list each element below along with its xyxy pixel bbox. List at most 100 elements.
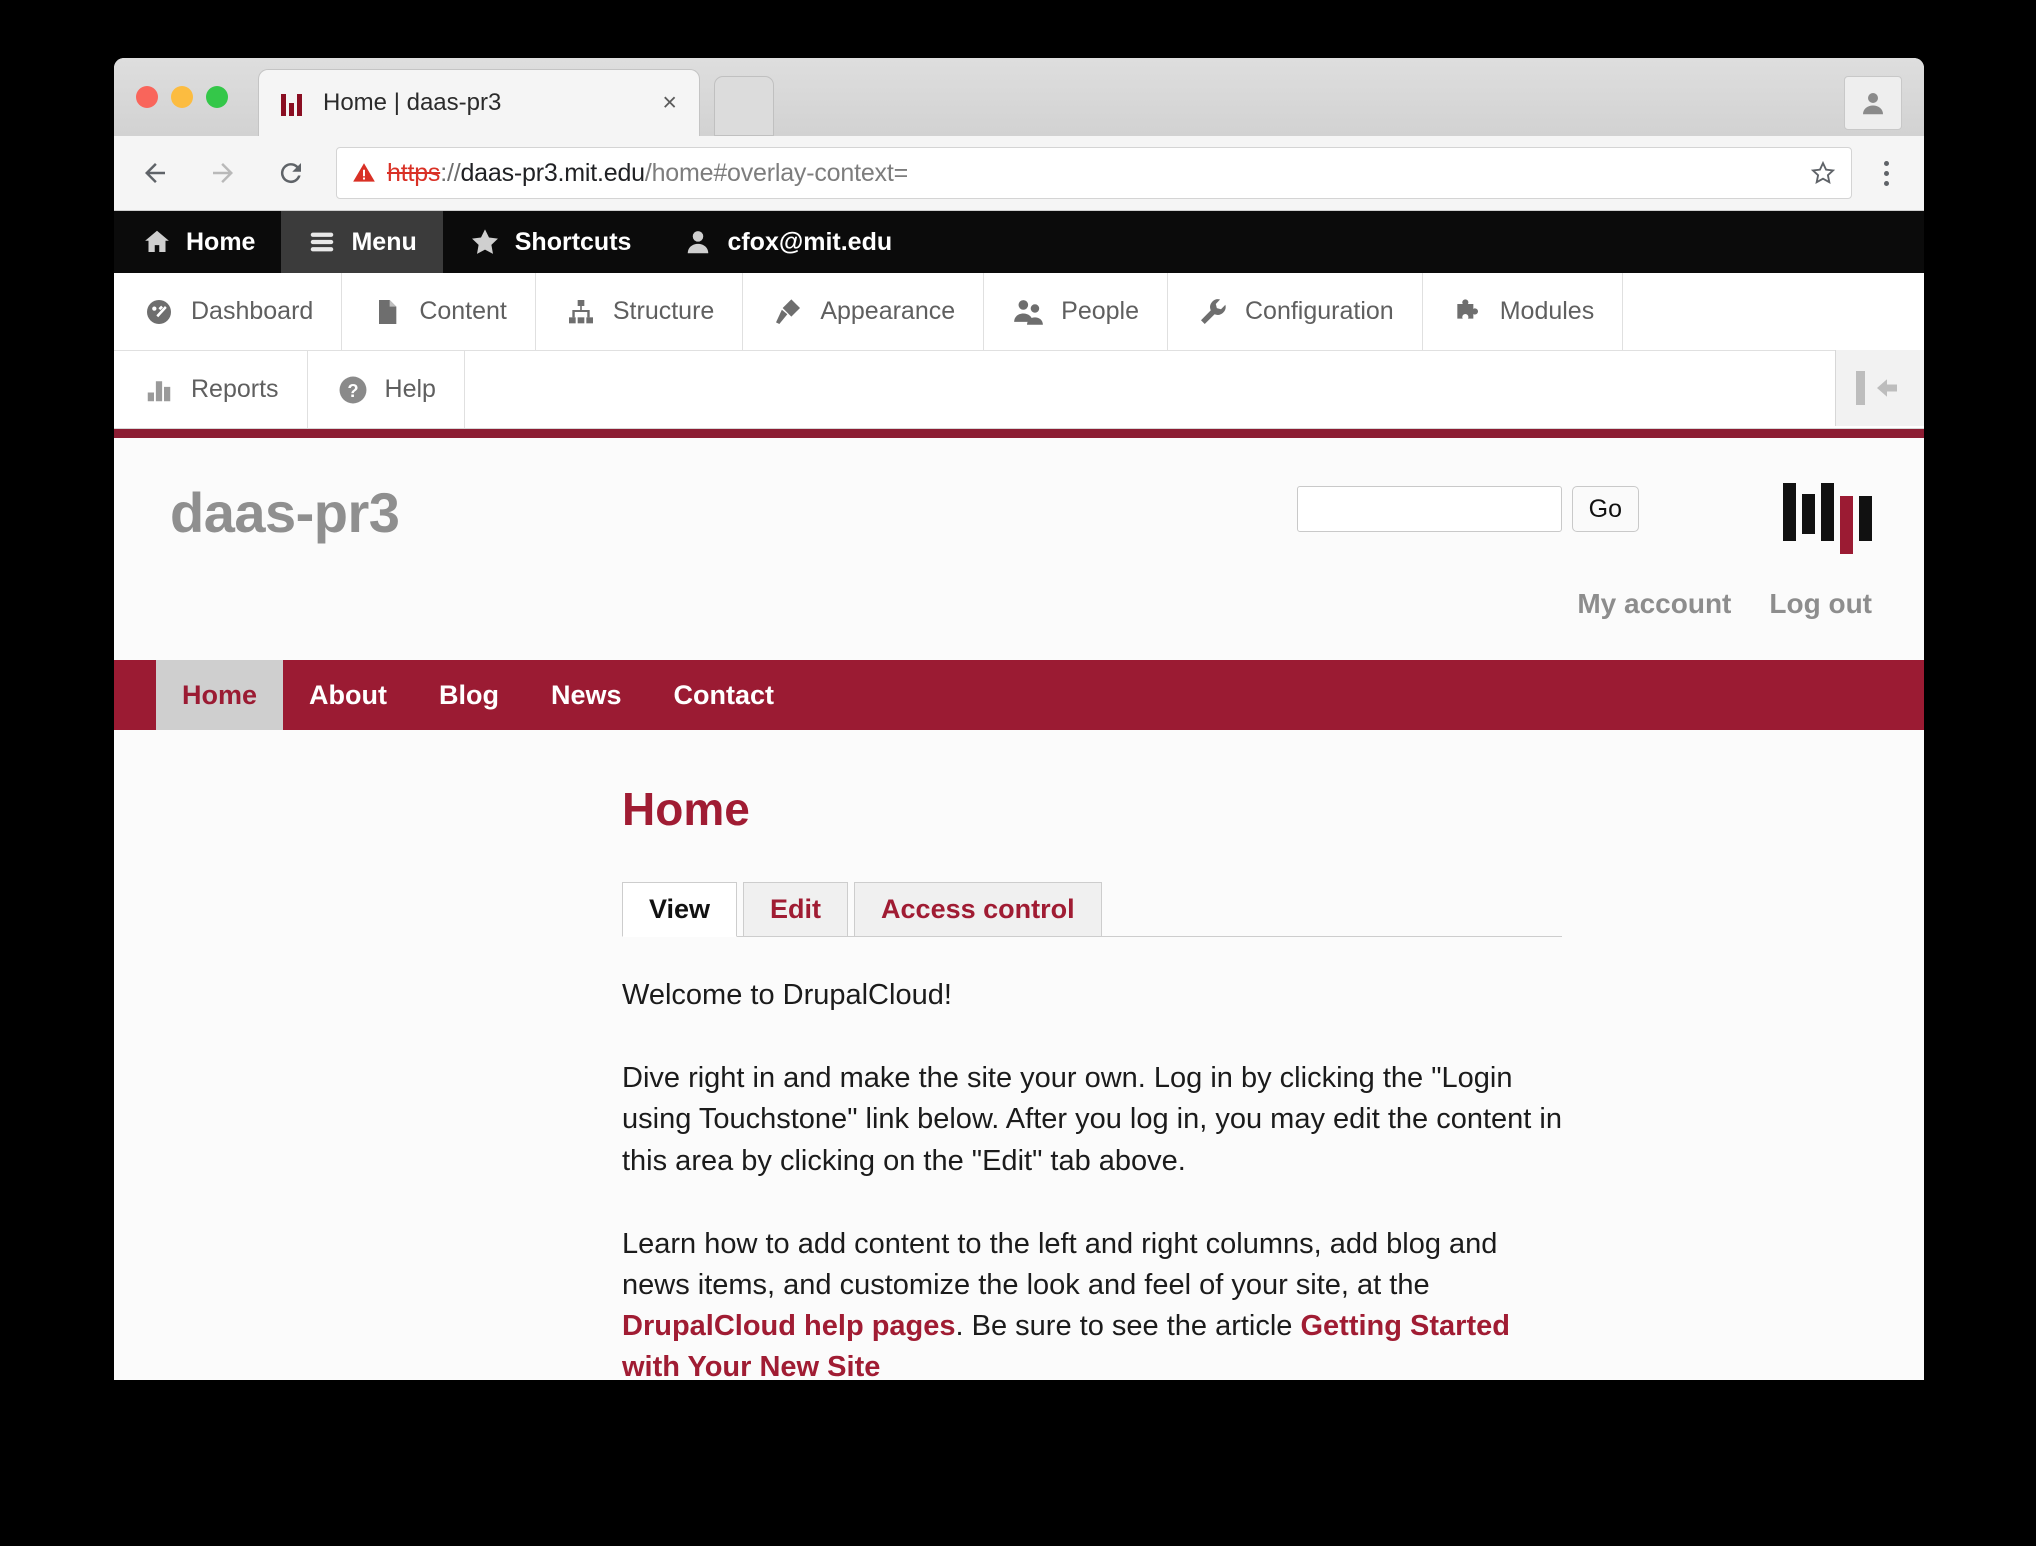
admin-menu-row-secondary: Reports ? Help: [114, 350, 1924, 428]
page-title: Home: [622, 783, 750, 835]
browser-menu-button[interactable]: [1862, 146, 1910, 200]
close-tab-icon[interactable]: ×: [662, 90, 677, 116]
three-dot-menu-icon: [1883, 170, 1889, 176]
toolbar-item-shortcuts[interactable]: Shortcuts: [443, 211, 658, 273]
bar-chart-icon: [142, 373, 176, 407]
document-icon: [370, 295, 404, 329]
reload-icon: [280, 163, 301, 184]
nav-item-news[interactable]: News: [525, 660, 648, 730]
search-go-button[interactable]: Go: [1571, 486, 1639, 532]
toolbar-item-home[interactable]: Home: [114, 211, 281, 273]
admin-menu-item-help[interactable]: ? Help: [308, 351, 465, 428]
reload-button[interactable]: [264, 146, 318, 200]
browser-tab-strip: Home | daas-pr3 ×: [114, 58, 1924, 136]
address-bar[interactable]: https://daas-pr3.mit.edu/home#overlay-co…: [336, 147, 1852, 199]
admin-menu-item-configuration[interactable]: Configuration: [1168, 273, 1423, 350]
people-icon: [1012, 295, 1046, 329]
toolbar-item-menu-label: Menu: [351, 227, 417, 256]
address-bar-text: https://daas-pr3.mit.edu/home#overlay-co…: [387, 159, 908, 188]
admin-menu-item-people-label: People: [1061, 297, 1139, 325]
three-dot-menu-icon: [1883, 160, 1889, 166]
tab-access-control[interactable]: Access control: [854, 882, 1102, 937]
drupalcloud-help-link[interactable]: DrupalCloud help pages: [622, 1310, 956, 1342]
account-links: My account Log out: [1577, 588, 1872, 620]
browser-tab[interactable]: Home | daas-pr3 ×: [259, 70, 699, 136]
site-search-form: Go: [1296, 486, 1639, 532]
node-body: Welcome to DrupalCloud! Dive right in an…: [622, 975, 1562, 1380]
minimize-window-button[interactable]: [171, 86, 193, 108]
search-input[interactable]: [1296, 486, 1562, 532]
drupal-admin-toolbar: Home Menu Shortcuts cfox@mit.edu: [114, 211, 1924, 273]
not-secure-warning-icon[interactable]: [351, 160, 377, 186]
tab-view[interactable]: View: [622, 882, 738, 937]
admin-menu-row-primary: Dashboard Content Structure Appearance P…: [114, 273, 1924, 351]
forward-button[interactable]: [196, 146, 250, 200]
admin-menu-item-content[interactable]: Content: [342, 273, 536, 350]
toolbar-item-menu[interactable]: Menu: [281, 211, 443, 273]
three-dot-menu-icon: [1883, 180, 1889, 186]
nav-item-home[interactable]: Home: [156, 660, 284, 730]
node-tabs: View Edit Access control: [622, 880, 1562, 937]
admin-menu-item-configuration-label: Configuration: [1245, 297, 1394, 325]
arrow-left-icon: [1876, 379, 1897, 397]
new-tab-button[interactable]: [714, 76, 774, 136]
profile-button[interactable]: [1844, 76, 1902, 130]
body-text-3a: Learn how to add content to the left and…: [622, 1227, 1498, 1301]
collapse-toolbar-button[interactable]: [1835, 350, 1924, 426]
browser-window: Home | daas-pr3 × https://daas-pr3.mit.e…: [114, 58, 1924, 1380]
tab-edit[interactable]: Edit: [743, 882, 849, 937]
toolbar-item-home-label: Home: [186, 227, 256, 256]
toolbar-item-user[interactable]: cfox@mit.edu: [657, 211, 918, 273]
admin-menu-item-people[interactable]: People: [984, 273, 1168, 350]
maximize-window-button[interactable]: [206, 86, 228, 108]
mit-logo: [1783, 483, 1872, 554]
back-button[interactable]: [128, 146, 182, 200]
body-paragraph-1: Welcome to DrupalCloud!: [622, 979, 952, 1011]
admin-menu-item-reports[interactable]: Reports: [114, 351, 308, 428]
wrench-icon: [1196, 295, 1230, 329]
body-paragraph-3: Learn how to add content to the left and…: [622, 1224, 1562, 1380]
toolbar-item-shortcuts-label: Shortcuts: [514, 227, 632, 256]
user-icon: [688, 231, 709, 254]
content-column: Home View Edit Access control Welcome to…: [622, 782, 1562, 1380]
nav-item-about[interactable]: About: [283, 660, 413, 730]
site-accent-bar: [114, 429, 1924, 438]
arrow-right-icon: [213, 163, 233, 183]
primary-navigation: Home About Blog News Contact: [114, 660, 1924, 730]
puzzle-icon: [1451, 295, 1485, 329]
close-window-button[interactable]: [136, 86, 158, 108]
toolbar-item-user-label: cfox@mit.edu: [727, 227, 893, 256]
admin-menu-item-appearance-label: Appearance: [820, 297, 956, 325]
body-text-3b: . Be sure to see the article: [955, 1310, 1301, 1343]
star-icon: [471, 229, 498, 254]
hamburger-icon: [311, 232, 334, 252]
sitemap-icon: [564, 295, 598, 329]
admin-menu-item-structure[interactable]: Structure: [536, 273, 744, 350]
url-path: /home#overlay-context=: [644, 158, 908, 187]
gauge-icon: [142, 295, 176, 329]
admin-menu-item-reports-label: Reports: [191, 375, 279, 403]
admin-menu-item-dashboard[interactable]: Dashboard: [114, 273, 343, 350]
log-out-link[interactable]: Log out: [1769, 588, 1872, 620]
nav-item-blog[interactable]: Blog: [413, 660, 525, 730]
site-title: daas-pr3: [170, 481, 400, 544]
admin-menu-item-content-label: Content: [419, 297, 507, 325]
url-separator: ://: [440, 158, 461, 187]
admin-menu-item-modules[interactable]: Modules: [1423, 273, 1624, 350]
page-content: Home View Edit Access control Welcome to…: [114, 730, 1924, 1380]
url-scheme: https: [387, 158, 441, 187]
my-account-link[interactable]: My account: [1577, 588, 1731, 620]
screen: Home | daas-pr3 × https://daas-pr3.mit.e…: [0, 0, 2036, 1546]
arrow-left-icon: [145, 163, 165, 183]
question-circle-icon: ?: [336, 373, 370, 407]
site-header: daas-pr3 Go My account Log out: [114, 438, 1924, 660]
bookmark-button[interactable]: [1809, 159, 1837, 187]
star-icon: [1810, 160, 1836, 185]
url-host: daas-pr3.mit.edu: [460, 158, 645, 187]
svg-text:?: ?: [347, 380, 358, 401]
user-avatar-icon: [1863, 93, 1883, 115]
admin-menu-item-appearance[interactable]: Appearance: [743, 273, 985, 350]
mit-logo-icon: [281, 90, 307, 116]
drupal-admin-menu: Dashboard Content Structure Appearance P…: [114, 273, 1924, 429]
nav-item-contact[interactable]: Contact: [648, 660, 801, 730]
